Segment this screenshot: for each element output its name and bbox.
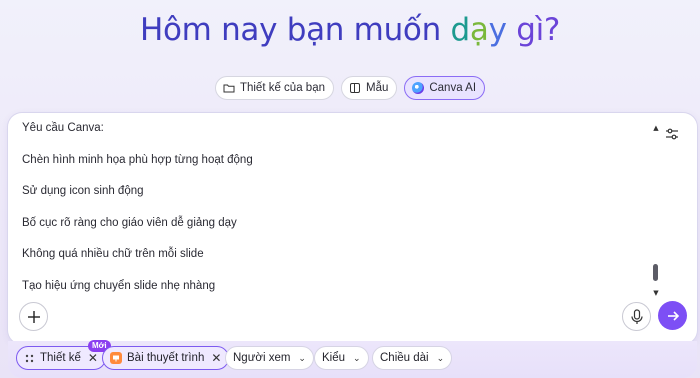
prompt-line: Sử dụng icon sinh động (22, 185, 144, 197)
chip-design[interactable]: Thiết kế ✕ Mới (16, 340, 111, 370)
prompt-card: Yêu cầu Canva: Chèn hình minh họa phù hợ… (8, 113, 697, 344)
chip-design-label: Thiết kế (40, 352, 81, 364)
settings-button[interactable] (661, 123, 683, 145)
remove-presentation-icon[interactable]: ✕ (211, 351, 221, 365)
send-button[interactable] (658, 301, 687, 330)
sliders-icon (666, 128, 678, 140)
prompt-line: Tạo hiệu ứng chuyển slide nhẹ nhàng (22, 279, 216, 292)
canva-ai-icon (412, 82, 425, 94)
headline-letter-d: d (450, 12, 471, 48)
tab-your-designs[interactable]: Thiết kế của bạn (214, 76, 334, 100)
tab-your-designs-label: Thiết kế của bạn (239, 82, 325, 94)
page-headline: Hôm nay bạn muốn dạy gì? (0, 12, 700, 48)
prompt-line: Chèn hình minh họa phù hợp từng hoạt độn… (22, 153, 253, 166)
chip-style[interactable]: Kiểu ⌄ (314, 346, 369, 370)
mode-tabs: Thiết kế của bạn Mẫu Canva AI (0, 76, 700, 100)
microphone-button[interactable] (622, 302, 651, 331)
chip-audience[interactable]: Người xem ⌄ (225, 346, 314, 370)
plus-icon (27, 310, 40, 323)
headline-letter-y: y (488, 12, 507, 48)
chevron-down-icon: ⌄ (436, 352, 445, 363)
chip-length-label: Chiều dài (380, 352, 429, 364)
headline-rest: gì? (506, 12, 561, 48)
headline-letter-a: ạ (469, 12, 489, 48)
prompt-line: Bố cục rõ ràng cho giáo viên dễ giảng dạ… (22, 216, 237, 229)
prompt-line: Không quá nhiều chữ trên mỗi slide (22, 248, 204, 260)
arrow-right-icon (667, 310, 679, 321)
prompt-scrollbar[interactable]: ▲ ▼ (652, 121, 660, 297)
folder-icon (223, 84, 235, 93)
chip-audience-label: Người xem (233, 352, 291, 364)
sparkle-icon (25, 354, 34, 362)
headline-main: Hôm nay bạn muốn (139, 12, 451, 48)
chip-length[interactable]: Chiều dài ⌄ (372, 346, 453, 370)
microphone-icon (630, 308, 643, 324)
tab-templates-label: Mẫu (365, 82, 389, 94)
chip-style-label: Kiểu (322, 352, 346, 364)
template-icon (349, 83, 360, 93)
scroll-up-arrow-icon[interactable]: ▲ (652, 124, 660, 132)
chevron-down-icon: ⌄ (353, 352, 361, 363)
presentation-icon (110, 352, 122, 364)
add-button[interactable] (19, 302, 48, 331)
chip-presentation[interactable]: Bài thuyết trình ✕ (102, 346, 230, 370)
tab-templates[interactable]: Mẫu (340, 76, 398, 100)
scroll-thumb[interactable] (653, 264, 658, 281)
remove-design-icon[interactable]: ✕ (88, 351, 98, 365)
prompt-line: Yêu cầu Canva: (22, 122, 104, 134)
tab-canva-ai[interactable]: Canva AI (404, 76, 486, 100)
chevron-down-icon: ⌄ (298, 352, 306, 363)
prompt-textarea[interactable]: Yêu cầu Canva: Chèn hình minh họa phù hợ… (22, 121, 632, 310)
tab-canva-ai-label: Canva AI (429, 82, 477, 94)
chip-presentation-label: Bài thuyết trình (127, 352, 205, 364)
options-bar: Thiết kế ✕ Mới Bài thuyết trình ✕ Người … (8, 340, 697, 378)
scroll-down-arrow-icon[interactable]: ▼ (652, 289, 660, 297)
